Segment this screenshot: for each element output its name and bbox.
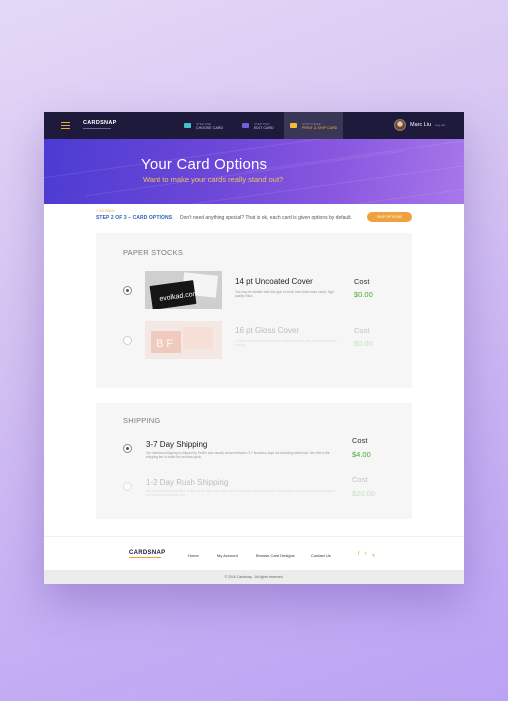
cost-label: Cost [352, 436, 368, 445]
logout-link[interactable]: Log out [435, 123, 445, 127]
footer-logo-underline [129, 557, 161, 558]
option-name: 1-2 Day Rush Shipping [146, 478, 229, 487]
copyright-text: © 2016 Cardsnap . All rights reserved. [224, 575, 284, 579]
facebook-icon[interactable]: f [358, 551, 359, 557]
section-title: PAPER STOCKS [123, 248, 184, 257]
go-back-link[interactable]: « GO BACK [96, 209, 115, 213]
shipping-radio[interactable] [123, 444, 132, 453]
step-choose-card[interactable]: STEP ONE CHOOSE CARD [184, 112, 223, 139]
footer-link-my-account[interactable]: My Account [217, 553, 238, 558]
option-name: 3-7 Day Shipping [146, 440, 208, 449]
footer-logo[interactable]: CARDSNAP [129, 550, 165, 556]
svg-text:B F: B F [156, 338, 173, 350]
cost-value: $20.00 [352, 489, 375, 498]
option-description: You may be familiar with this type of st… [235, 290, 334, 299]
shipping-radio[interactable] [123, 482, 132, 491]
options-note: Don't need anything special? That is ok,… [180, 215, 353, 221]
option-name: 16 pt Gloss Cover [235, 326, 300, 335]
cost-label: Cost [354, 277, 370, 286]
step-label: PRINT & SHIP CARD [302, 125, 338, 130]
truck-icon [290, 123, 297, 128]
page-subtitle: Want to make your cards really stand out… [143, 175, 284, 184]
card-thumbnail: B F [145, 321, 222, 359]
cost-value: $0.00 [354, 339, 373, 348]
footer: CARDSNAP Home My Account Browse Card Des… [44, 536, 464, 570]
footer-link-contact-us[interactable]: Contact Us [311, 553, 331, 558]
logo-underline [83, 128, 111, 129]
instagram-icon[interactable]: ig [372, 552, 375, 557]
step-label: CHOOSE CARD [196, 125, 224, 130]
user-name[interactable]: Marc Liu [410, 122, 431, 128]
card-icon [184, 123, 191, 128]
option-name: 14 pt Uncoated Cover [235, 277, 313, 286]
footer-link-browse-card-designs[interactable]: Browse Card Designs [256, 553, 295, 558]
card-thumbnail: evolkad.com [145, 271, 222, 310]
paper-stock-radio[interactable] [123, 286, 132, 295]
twitter-icon[interactable]: t [365, 551, 366, 557]
step-edit-card[interactable]: STEP TWO EDIT CARD [242, 112, 274, 139]
option-description: Our standard shipping is shipped by FedE… [146, 451, 330, 460]
footer-link-home[interactable]: Home [188, 553, 199, 558]
hero-banner: Your Card Options Want to make your card… [44, 139, 464, 204]
avatar[interactable] [394, 119, 406, 131]
edit-icon [242, 123, 249, 128]
copyright-bar: © 2016 Cardsnap . All rights reserved. [44, 570, 464, 584]
cost-label: Cost [352, 475, 368, 484]
section-title: SHIPPING [123, 416, 161, 425]
page-title: Your Card Options [141, 156, 268, 173]
top-navigation-bar: CARDSNAP STEP ONE CHOOSE CARD STEP TWO E… [44, 112, 464, 139]
step-print-ship-card[interactable]: STEP THREE PRINT & SHIP CARD [284, 112, 344, 139]
header-logo[interactable]: CARDSNAP [83, 120, 117, 127]
menu-icon[interactable] [61, 122, 70, 129]
option-description: We understand the deadline is tight so w… [146, 489, 335, 498]
option-description: A thicker glossy stock that gives a subt… [235, 339, 337, 348]
paper-stock-radio[interactable] [123, 336, 132, 345]
step-label: EDIT CARD [254, 125, 274, 130]
cost-value: $0.00 [354, 290, 373, 299]
cost-value: $4.00 [352, 450, 371, 459]
breadcrumb: STEP 2 OF 3 – CARD OPTIONS [96, 215, 173, 221]
skip-options-button[interactable]: SKIP OPTIONS [367, 212, 412, 222]
shipping-panel: SHIPPING 3-7 Day Shipping Our standard s… [96, 403, 412, 519]
app-window: CARDSNAP STEP ONE CHOOSE CARD STEP TWO E… [44, 112, 464, 584]
paper-stocks-panel: PAPER STOCKS evolkad.com 14 pt Uncoated … [96, 233, 412, 388]
cost-label: Cost [354, 326, 370, 335]
